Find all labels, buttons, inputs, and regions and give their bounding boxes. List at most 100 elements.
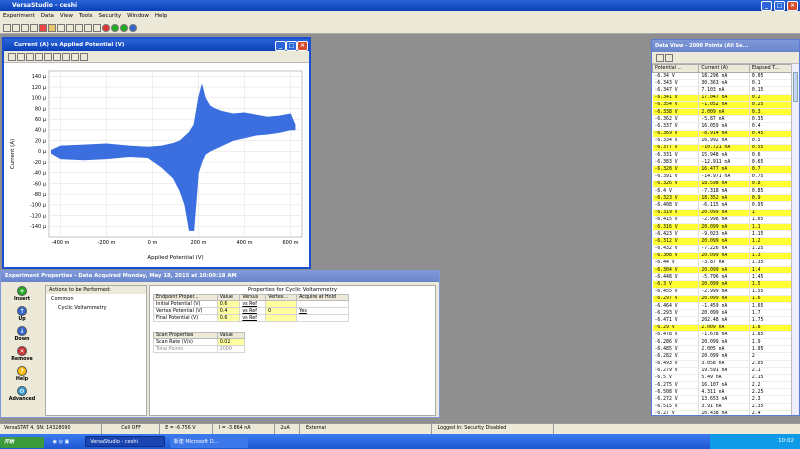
table-row[interactable]: -6.515 V 3.91 nA 2.35 <box>652 403 793 411</box>
delete-icon[interactable] <box>39 24 47 32</box>
table-row[interactable]: -6.338 V 2.009 nA 0.3 <box>652 108 793 117</box>
report-icon[interactable] <box>75 24 83 32</box>
graph-print-icon[interactable] <box>17 53 25 61</box>
remove-button[interactable]: ✕ Remove <box>3 346 41 362</box>
endpoint-acquire[interactable] <box>296 314 349 322</box>
table-row[interactable]: -6.331 V 15.948 nA 0.6 <box>652 151 793 160</box>
menu-item-help[interactable]: Help <box>155 13 168 19</box>
table-row[interactable]: -6.455 V -2.999 nA 1.55 <box>652 288 793 296</box>
table-row[interactable]: -6.485 V 2.005 nA 1.95 <box>652 345 793 354</box>
endpoint-value[interactable]: 0.6 <box>216 300 241 308</box>
endpoint-acquire[interactable]: Yes <box>296 307 349 315</box>
graph-scale-icon[interactable] <box>44 53 52 61</box>
endpoint-versus[interactable]: vs Ref <box>239 307 267 315</box>
graph-maximize-button[interactable]: □ <box>286 41 297 51</box>
folder-icon[interactable] <box>48 24 56 32</box>
table-row[interactable]: -6.44 V -3.87 nA 1.35 <box>652 259 793 268</box>
pause-icon[interactable] <box>120 24 128 32</box>
graph-trace-icon[interactable] <box>62 53 70 61</box>
table-row[interactable]: -6.5 V 5.49 nA 2.15 <box>652 374 793 383</box>
tool-icon[interactable] <box>93 24 101 32</box>
endpoint-vertex[interactable]: 0 <box>265 307 298 315</box>
graph-axis-icon[interactable] <box>35 53 43 61</box>
table-row[interactable]: -6.4 V -7.318 nA 0.85 <box>652 187 793 196</box>
table-row[interactable]: -6.275 V 16.107 nA 2.2 <box>652 381 793 390</box>
table-row[interactable]: -6.362 V -5.87 nA 0.35 <box>652 115 793 124</box>
taskbar-item-word[interactable]: 新建 Microsoft D... <box>169 437 248 448</box>
stop-icon[interactable] <box>102 24 110 32</box>
table-row[interactable]: -6.369 V -8.914 nA 0.45 <box>652 130 793 138</box>
table-row[interactable]: -6.308 V 20.099 nA 1.3 <box>652 252 793 260</box>
menu-item-window[interactable]: Window <box>127 13 149 19</box>
table-row[interactable]: -6.312 V 20.099 nA 1.2 <box>652 237 793 246</box>
help-button[interactable]: ? Help <box>3 366 41 382</box>
table-row[interactable]: -6.328 V 16.477 nA 0.7 <box>652 165 793 174</box>
scan-value[interactable]: 2000 <box>216 345 246 353</box>
column-header[interactable]: Elapsed T... <box>748 64 793 73</box>
new-icon[interactable] <box>3 24 11 32</box>
table-row[interactable]: -6.448 V -5.796 nA 1.45 <box>652 273 793 282</box>
down-button[interactable]: ↓ Down <box>3 326 41 342</box>
table-row[interactable]: -6.326 V 18.598 nA 0.8 <box>652 180 793 189</box>
tree-item-common[interactable]: Common <box>46 294 146 304</box>
start-button[interactable]: 开始 <box>0 437 44 448</box>
table-row[interactable]: -6.423 V -9.023 nA 1.15 <box>652 230 793 239</box>
graph-titlebar[interactable]: Current (A) vs Applied Potential (V) _ □ × <box>4 39 309 51</box>
endpoint-acquire[interactable] <box>296 300 349 308</box>
table-row[interactable]: -6.319 V 20.099 nA 1 <box>652 209 793 217</box>
scrollbar-thumb[interactable] <box>793 72 798 102</box>
menu-item-tools[interactable]: Tools <box>79 13 93 19</box>
export-icon[interactable] <box>665 54 673 62</box>
table-row[interactable]: -6.29 V 2.009 nA 1.8 <box>652 324 793 332</box>
table-row[interactable]: -6.415 V -2.998 nA 1.05 <box>652 216 793 224</box>
endpoint-vertex[interactable] <box>265 314 298 322</box>
table-row[interactable]: -6.316 V 20.099 nA 1.1 <box>652 223 793 232</box>
graph-cursor-icon[interactable] <box>80 53 88 61</box>
dataview-titlebar[interactable]: Data View - 2000 Points (All Se... <box>652 40 799 52</box>
table-row[interactable]: -6.293 V 20.099 nA 1.7 <box>652 309 793 318</box>
table-row[interactable]: -6.279 V 19.591 nA 2.1 <box>652 367 793 375</box>
taskbar-item-versastudio[interactable]: VersaStudio - ceshi <box>85 436 166 447</box>
table-row[interactable]: -6.471 V 202.48 nA 1.75 <box>652 316 793 325</box>
maximize-button[interactable]: □ <box>773 1 785 11</box>
graph-close-button[interactable]: × <box>297 41 308 51</box>
endpoint-vertex[interactable] <box>265 300 298 308</box>
table-row[interactable]: -6.282 V 20.099 nA 2 <box>652 352 793 361</box>
endpoint-versus[interactable]: vs Ref <box>239 300 267 308</box>
menu-item-experiment[interactable]: Experiment <box>3 13 35 19</box>
menu-item-data[interactable]: Data <box>41 13 54 19</box>
column-header[interactable]: Potential ... <box>652 64 700 73</box>
graph-minimize-button[interactable]: _ <box>275 41 286 51</box>
insert-button[interactable]: + Insert <box>3 286 41 302</box>
endpoint-row[interactable]: Vertex Potential (V) 0.4 vs Ref 0 Yes <box>153 307 349 315</box>
menu-item-security[interactable]: Security <box>99 13 122 19</box>
scan-row[interactable]: Total Points 2000 <box>153 345 246 353</box>
graph-zoom-icon[interactable] <box>71 53 79 61</box>
dataview-scrollbar[interactable] <box>791 64 799 415</box>
table-row[interactable]: -6.478 V -1.678 nA 1.85 <box>652 331 793 339</box>
desktop-icon[interactable]: ▣ <box>65 439 70 445</box>
filter-icon[interactable] <box>656 54 664 62</box>
table-row[interactable]: -6.432 V -7.226 nA 1.25 <box>652 245 793 253</box>
minimize-button[interactable]: _ <box>760 1 772 11</box>
scan-row[interactable]: Scan Rate (V/s) 0.02 <box>153 338 246 346</box>
endpoint-value[interactable]: 0.4 <box>216 307 241 315</box>
open-icon[interactable] <box>12 24 20 32</box>
table-row[interactable]: -6.323 V 18.352 nA 0.9 <box>652 194 793 203</box>
cursor-icon[interactable] <box>84 24 92 32</box>
app-titlebar[interactable]: VersaStudio - ceshi _ □ × <box>0 0 800 11</box>
table-row[interactable]: -6.383 V -12.911 nA 0.65 <box>652 158 793 167</box>
table-row[interactable]: -6.391 V -14.971 nA 0.75 <box>652 173 793 181</box>
table-row[interactable]: -6.354 V -1.052 nA 0.25 <box>652 101 793 109</box>
ie-icon[interactable]: ◉ <box>53 439 57 445</box>
table-row[interactable]: -6.493 V 3.058 nA 2.05 <box>652 360 793 368</box>
table-row[interactable]: -6.464 V -1.459 nA 1.65 <box>652 302 793 311</box>
tree-item-cyclic-voltammetry[interactable]: Cyclic Voltammetry <box>46 304 146 312</box>
print-icon[interactable] <box>30 24 38 32</box>
graph-copy-icon[interactable] <box>8 53 16 61</box>
table-row[interactable]: -6.508 V 4.311 nA 2.25 <box>652 388 793 397</box>
table-row[interactable]: -6.341 V 17.047 nA 0.2 <box>652 94 793 102</box>
table-row[interactable]: -6.297 V 20.099 nA 1.6 <box>652 295 793 304</box>
graph-legend-icon[interactable] <box>53 53 61 61</box>
advanced-button[interactable]: ⚙ Advanced <box>3 386 41 402</box>
